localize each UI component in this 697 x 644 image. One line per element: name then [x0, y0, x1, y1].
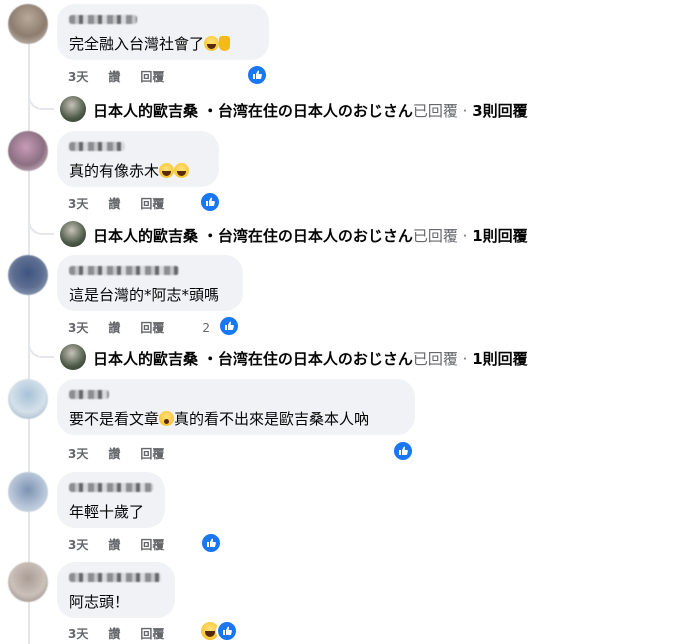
reply-summary-row[interactable]: 日本人的歐吉桑 ・台湾在住の日本人のおじさん已回覆 · 1則回覆 [0, 332, 697, 370]
like-thumb-icon[interactable] [218, 315, 240, 337]
reply-button[interactable]: 回覆 [140, 319, 164, 336]
reply-summary-row[interactable]: 日本人的歐吉桑 ・台湾在住の日本人のおじさん已回覆 · 1則回覆 [0, 209, 697, 247]
comment-text: 年輕十歲了 [69, 503, 145, 521]
reaction-count[interactable]: 2 [202, 321, 210, 335]
comment-text: 這是台灣的*阿志*頭嗎 [69, 286, 220, 304]
timestamp[interactable]: 3天 [68, 68, 88, 85]
reply-button[interactable]: 回覆 [140, 445, 164, 462]
thumbs-up-emoji [219, 36, 231, 51]
reply-summary-text[interactable]: 日本人的歐吉桑 ・台湾在住の日本人のおじさん已回覆 · 1則回覆 [93, 348, 528, 369]
avatar[interactable] [8, 562, 48, 602]
like-thumb-icon[interactable] [216, 620, 238, 642]
comment-bubble: 年輕十歲了 [57, 472, 165, 528]
reply-summary-text[interactable]: 日本人的歐吉桑 ・台湾在住の日本人のおじさん已回覆 · 1則回覆 [93, 225, 528, 246]
commenter-name-blurred[interactable] [69, 266, 179, 275]
timestamp[interactable]: 3天 [68, 195, 88, 212]
like-thumb-icon[interactable] [392, 440, 414, 462]
avatar[interactable] [8, 255, 48, 295]
timestamp[interactable]: 3天 [68, 445, 88, 462]
avatar[interactable] [8, 472, 48, 512]
commenter-name-blurred[interactable] [69, 15, 137, 24]
comment-bubble: 完全融入台灣社會了 [57, 4, 269, 60]
like-thumb-icon[interactable] [200, 532, 222, 554]
like-button[interactable]: 讚 [108, 625, 120, 642]
rofl-emoji [174, 163, 190, 178]
comment-bubble: 阿志頭！ [57, 562, 175, 618]
like-button[interactable]: 讚 [108, 445, 120, 462]
comment-text: 要不是看文章 真的看不出來是歐吉桑本人吶 [69, 410, 370, 428]
shocked-emoji [159, 411, 175, 426]
comment-actions: 3天 讚 回覆 3 [68, 625, 213, 642]
reply-connector [28, 209, 54, 235]
comment-bubble: 要不是看文章 真的看不出來是歐吉桑本人吶 [57, 379, 415, 435]
haha-emoji [204, 36, 220, 51]
commenter-name-blurred[interactable] [69, 573, 161, 582]
comment-text: 真的有像赤木 [69, 161, 207, 181]
commenter-name-blurred[interactable] [69, 390, 109, 399]
reply-author-avatar[interactable] [60, 221, 86, 247]
comment-actions: 3天 讚 回覆 [68, 445, 184, 462]
reply-author-avatar[interactable] [60, 96, 86, 122]
like-button[interactable]: 讚 [108, 536, 120, 553]
like-button[interactable]: 讚 [108, 68, 120, 85]
reply-connector [28, 332, 54, 358]
reply-connector [28, 84, 54, 110]
haha-emoji [159, 163, 175, 178]
like-thumb-icon[interactable] [199, 191, 221, 213]
reply-button[interactable]: 回覆 [140, 68, 164, 85]
avatar[interactable] [8, 4, 48, 44]
comment-actions: 3天 讚 回覆 2 [68, 195, 213, 212]
timestamp[interactable]: 3天 [68, 536, 88, 553]
comment-actions: 3天 讚 回覆 [68, 68, 184, 85]
like-button[interactable]: 讚 [108, 319, 120, 336]
comment-text: 完全融入台灣社會了 [69, 34, 257, 54]
reply-summary-text[interactable]: 日本人的歐吉桑 ・台湾在住の日本人のおじさん已回覆 · 3則回覆 [93, 100, 528, 121]
comment-bubble: 真的有像赤木 [57, 131, 219, 187]
avatar[interactable] [8, 379, 48, 419]
reply-summary-row[interactable]: 日本人的歐吉桑 ・台湾在住の日本人のおじさん已回覆 · 3則回覆 [0, 84, 697, 122]
commenter-name-blurred[interactable] [69, 142, 125, 151]
like-thumb-icon[interactable] [246, 64, 268, 86]
comment-text: 阿志頭！ [69, 593, 130, 611]
timestamp[interactable]: 3天 [68, 625, 88, 642]
comment-bubble: 這是台灣的*阿志*頭嗎 [57, 255, 243, 311]
reply-button[interactable]: 回覆 [140, 536, 164, 553]
reply-button[interactable]: 回覆 [140, 195, 164, 212]
comment-actions: 3天 讚 回覆 2 [68, 319, 213, 336]
reply-button[interactable]: 回覆 [140, 625, 164, 642]
timestamp[interactable]: 3天 [68, 319, 88, 336]
like-button[interactable]: 讚 [108, 195, 120, 212]
comment-actions: 3天 讚 回覆 2 [68, 536, 213, 553]
commenter-name-blurred[interactable] [69, 483, 153, 492]
reply-author-avatar[interactable] [60, 344, 86, 370]
avatar[interactable] [8, 131, 48, 171]
